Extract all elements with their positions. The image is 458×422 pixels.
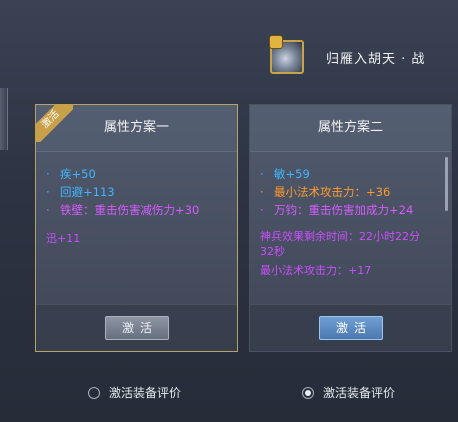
activate-button[interactable]: 激活 (319, 316, 383, 340)
equipment-rating-option-1[interactable]: 激活装备评价 (88, 384, 181, 401)
scrollbar[interactable] (445, 157, 448, 211)
panel-footer: 激活 (36, 304, 237, 351)
activate-button[interactable]: 激活 (105, 316, 169, 340)
equipment-rating-option-2[interactable]: 激活装备评价 (302, 384, 395, 401)
attribute-scheme-panel-1[interactable]: 激活 属性方案一 · 疾+50 · 回避+113 · 铁壁：重击伤害减伤力+30 迅+… (35, 104, 238, 352)
attribute-line: · 回避+113 (46, 185, 115, 199)
attribute-line: · 万钧：重击伤害加成力+24 (260, 203, 414, 217)
attribute-line: · 敏+59 (260, 167, 310, 181)
attribute-scheme-panel-2[interactable]: 属性方案二 · 敏+59 · 最小法术攻击力：+36 · 万钧：重击伤害加成力+24 … (249, 104, 452, 352)
radio-button-checked[interactable] (302, 386, 314, 399)
attribute-list: · 敏+59 · 最小法术攻击力：+36 · 万钧：重击伤害加成力+24 (260, 165, 441, 219)
attribute-line: · 最小法术攻击力：+36 (260, 185, 391, 199)
extra-attribute: 迅+11 (46, 232, 81, 245)
radio-label: 激活装备评价 (323, 386, 396, 400)
panel-footer: 激活 (250, 304, 451, 351)
attribute-list: · 疾+50 · 回避+113 · 铁壁：重击伤害减伤力+30 (46, 165, 227, 219)
attribute-line: · 疾+50 (46, 167, 96, 181)
panel-title: 属性方案二 (250, 105, 451, 152)
item-name: 归雁入胡天 · 战 (326, 51, 426, 67)
extra-attribute: 神兵效果剩余时间：22小时22分 32秒 最小法术攻击力：+17 (260, 230, 420, 277)
attribute-line: · 铁壁：重击伤害减伤力+30 (46, 203, 200, 217)
lock-icon (270, 36, 282, 48)
radio-button[interactable] (88, 386, 100, 399)
item-header: 归雁入胡天 · 战 (270, 36, 426, 76)
gem-item-icon[interactable] (270, 36, 304, 74)
radio-label: 激活装备评价 (109, 386, 182, 400)
active-badge: 激活 (35, 104, 73, 142)
side-tab-edge[interactable] (0, 88, 8, 150)
